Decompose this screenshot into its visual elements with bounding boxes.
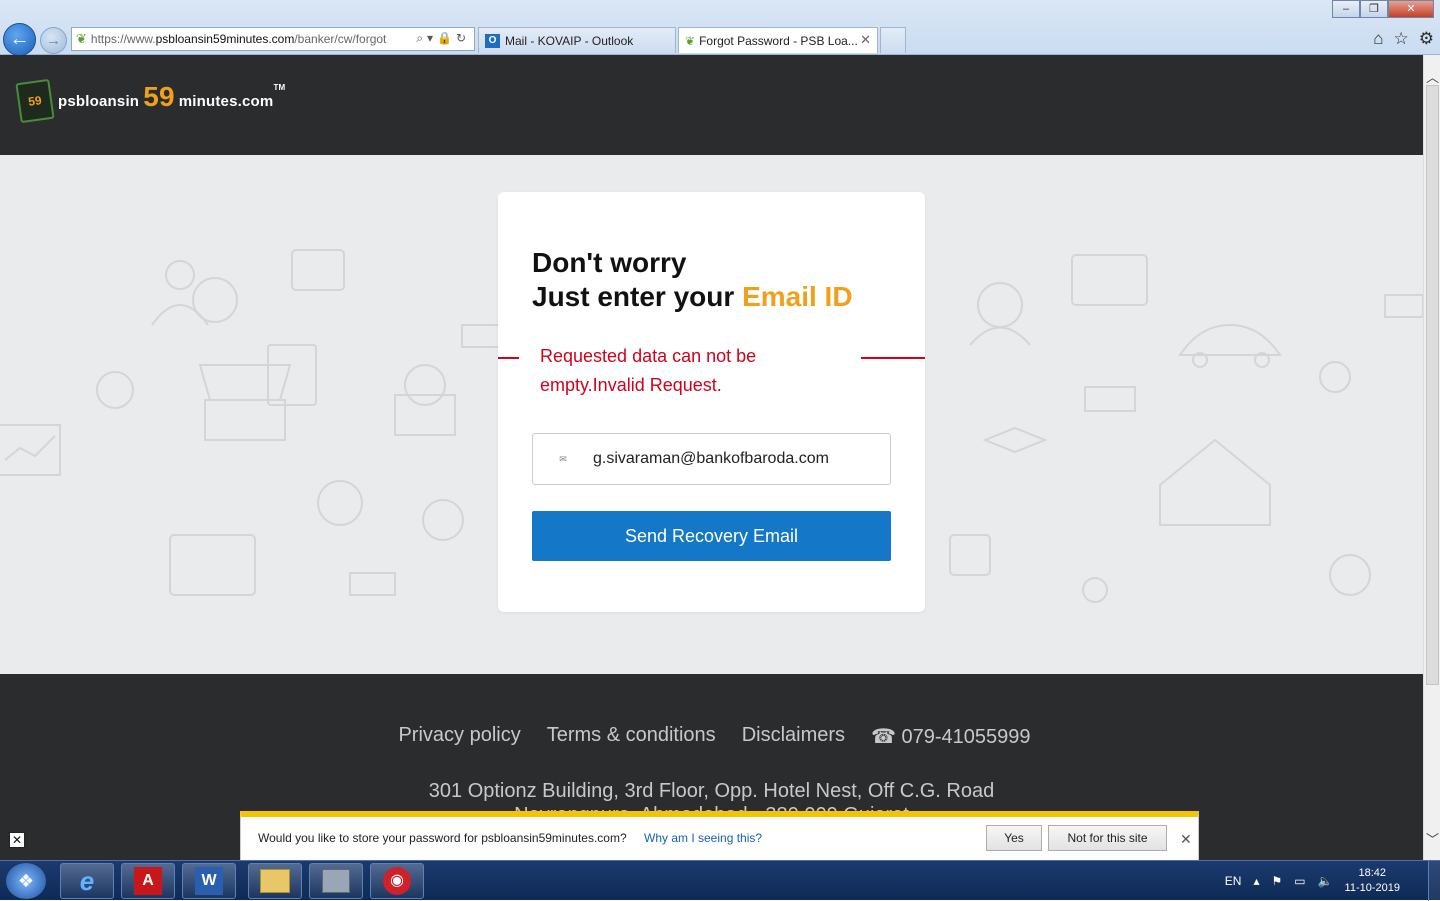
tab-label: Mail - KOVAIP - Outlook: [505, 33, 634, 48]
site-header: 59 psbloansin 59 minutes.comTM: [0, 55, 1423, 155]
footer-phone: ☎ 079-41055999: [871, 724, 1031, 749]
logo-number: 59: [143, 81, 175, 112]
phone-number: 079-41055999: [901, 726, 1031, 748]
language-indicator[interactable]: EN: [1225, 874, 1242, 888]
site-favicon-icon: ❦: [685, 33, 696, 48]
restore-button[interactable]: ❐: [1360, 0, 1388, 18]
taskbar-acrobat[interactable]: A: [121, 863, 175, 899]
action-center-flag-icon[interactable]: ⚑: [1271, 874, 1282, 888]
scroll-thumb[interactable]: [1426, 85, 1439, 685]
taskbar-app[interactable]: [309, 863, 363, 899]
internet-explorer-icon: e: [79, 865, 95, 896]
footer-link-disclaimers[interactable]: Disclaimers: [742, 724, 845, 749]
site-favicon-icon: ❦: [76, 31, 87, 46]
logo-prefix: psbloansin: [58, 93, 140, 110]
taskbar-file-explorer[interactable]: [248, 863, 302, 899]
email-icon: ✉: [559, 453, 567, 464]
arrow-right-icon: →: [46, 32, 61, 49]
logo-badge-icon: 59: [15, 78, 55, 124]
outlook-icon: O: [485, 33, 500, 48]
heading-line-2-prefix: Just enter your: [532, 281, 735, 312]
card-heading: Don't worry Just enter your Email ID: [532, 246, 853, 314]
error-message: Requested data can not be empty.Invalid …: [540, 346, 757, 395]
word-icon: W: [195, 867, 223, 895]
logo-text: psbloansin 59 minutes.comTM: [58, 83, 285, 111]
email-field[interactable]: ✉ g.sivaraman@bankofbaroda.com: [532, 433, 891, 485]
browser-toolbar: ⌂ ☆ ⚙: [1373, 29, 1434, 49]
start-button[interactable]: ❖: [6, 863, 46, 899]
address-tools[interactable]: ⌕▾🔒↻: [416, 31, 470, 46]
arrow-left-icon: ←: [9, 28, 30, 50]
browser-chrome: ← → ❦ https://www. psbloansin59minutes.co…: [0, 0, 1440, 56]
favorites-star-icon[interactable]: ☆: [1394, 29, 1409, 49]
footer-links: Privacy policy Terms & conditions Discla…: [0, 724, 1423, 749]
url-path: /banker/cw/forgot: [294, 32, 387, 46]
footer-address-line-2: Navrangpura, Ahmedabad - 380 009 Gujarat: [0, 803, 1423, 811]
address-bar[interactable]: ❦ https://www. psbloansin59minutes.com/ba…: [71, 27, 475, 51]
taskbar-internet-explorer[interactable]: e: [60, 863, 114, 899]
window-controls: – ❐ ✕: [1332, 0, 1434, 18]
application-icon: [322, 869, 350, 893]
close-notification-icon[interactable]: ✕: [9, 832, 25, 848]
close-button[interactable]: ✕: [1388, 0, 1434, 18]
send-recovery-email-button[interactable]: Send Recovery Email: [532, 511, 891, 561]
lock-icon[interactable]: 🔒: [437, 31, 456, 45]
save-password-yes-button[interactable]: Yes: [986, 825, 1042, 851]
dropdown-icon[interactable]: ▾: [427, 31, 437, 45]
tab-close-icon[interactable]: ✕: [860, 32, 871, 48]
refresh-icon[interactable]: ↻: [456, 31, 470, 45]
heading-line-2: Just enter your Email ID: [532, 280, 853, 314]
show-hidden-icons-icon[interactable]: ▴: [1253, 874, 1259, 888]
minimize-button[interactable]: –: [1332, 0, 1360, 18]
network-icon[interactable]: ▭: [1294, 874, 1305, 888]
clock-date: 11-10-2019: [1344, 882, 1400, 894]
taskbar-word[interactable]: W: [182, 863, 236, 899]
new-tab-button[interactable]: [880, 27, 906, 53]
vertical-scrollbar[interactable]: ︿ ﹀: [1423, 55, 1440, 860]
password-prompt-message: Would you like to store your password fo…: [258, 831, 627, 845]
heading-line-1: Don't worry: [532, 247, 687, 278]
security-app-icon: ◉: [383, 867, 411, 895]
volume-icon[interactable]: 🔈: [1318, 874, 1333, 888]
acrobat-icon: A: [134, 867, 162, 895]
folder-icon: [260, 869, 290, 893]
tab-label: Forgot Password - PSB Loa...: [699, 33, 858, 48]
search-icon[interactable]: ⌕: [416, 31, 427, 45]
clock-time: 18:42: [1358, 867, 1387, 879]
error-divider-left: [498, 357, 519, 359]
close-icon[interactable]: ✕: [1180, 831, 1192, 848]
scroll-up-icon[interactable]: ︿: [1426, 67, 1439, 86]
clock[interactable]: 18:42 11-10-2019: [1345, 866, 1400, 896]
email-value[interactable]: g.sivaraman@bankofbaroda.com: [593, 450, 829, 468]
password-save-prompt: Would you like to store your password fo…: [240, 811, 1199, 860]
phone-icon: ☎: [871, 726, 896, 748]
scroll-down-icon[interactable]: ﹀: [1426, 829, 1439, 848]
why-seeing-this-link[interactable]: Why am I seeing this?: [644, 831, 762, 845]
footer-link-privacy[interactable]: Privacy policy: [398, 724, 520, 749]
heading-accent: Email ID: [742, 281, 853, 312]
system-tray: EN ▴ ⚑ ▭ 🔈 18:42 11-10-2019: [1225, 861, 1400, 901]
forward-button[interactable]: →: [40, 27, 67, 54]
tab-outlook[interactable]: O Mail - KOVAIP - Outlook: [478, 27, 676, 53]
taskbar: ❖ e A W ◉ EN ▴ ⚑ ▭ 🔈 18:42 11-10-2019: [0, 860, 1440, 901]
tab-forgot-password[interactable]: ❦ Forgot Password - PSB Loa... ✕: [678, 27, 878, 53]
footer-address-line-1: 301 Optionz Building, 3rd Floor, Opp. Ho…: [428, 780, 995, 802]
taskbar-security-app[interactable]: ◉: [370, 863, 424, 899]
site-logo[interactable]: 59 psbloansin 59 minutes.comTM: [15, 78, 285, 124]
footer-link-terms[interactable]: Terms & conditions: [547, 724, 716, 749]
url-prefix: https://www.: [90, 32, 156, 46]
logo-suffix: minutes.com: [178, 93, 274, 110]
home-icon[interactable]: ⌂: [1373, 29, 1383, 49]
error-divider-right: [861, 357, 925, 359]
windows-logo-icon: ❖: [17, 870, 35, 891]
logo-trademark: TM: [273, 83, 286, 92]
show-desktop-button[interactable]: [1428, 861, 1440, 901]
url-host: psbloansin59minutes.com: [155, 32, 295, 46]
settings-gear-icon[interactable]: ⚙: [1419, 29, 1434, 49]
back-button[interactable]: ←: [3, 23, 36, 56]
forgot-password-card: Don't worry Just enter your Email ID Req…: [498, 192, 925, 612]
not-for-this-site-button[interactable]: Not for this site: [1048, 825, 1167, 851]
